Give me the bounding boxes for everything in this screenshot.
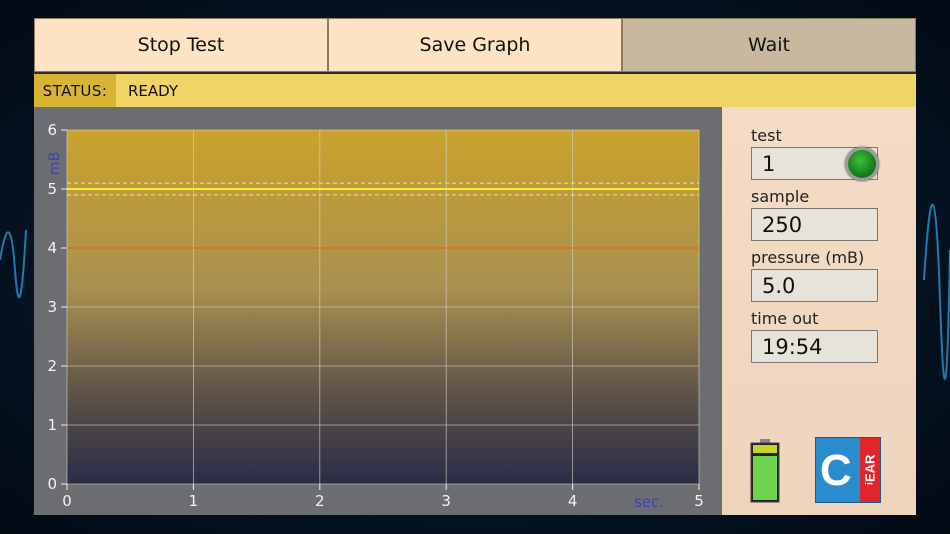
pressure-field: 5.0	[751, 269, 878, 302]
x-axis-label: sec.	[634, 493, 664, 511]
x-tick-label: 3	[441, 492, 451, 510]
y-tick-label: 3	[47, 298, 57, 316]
wait-button[interactable]: Wait	[622, 18, 916, 72]
y-tick-label: 2	[47, 357, 57, 375]
save-graph-button[interactable]: Save Graph	[328, 18, 622, 72]
sample-label: sample	[751, 187, 810, 206]
pressure-chart: 0 1 2 3 4 5 0 1 2 3 4 5 6 mB sec.	[47, 121, 704, 511]
side-panel: test 1 sample 250 pressure (mB) 5.0 time…	[722, 107, 916, 515]
y-tick-label: 6	[47, 121, 57, 139]
chart-panel: 0 1 2 3 4 5 0 1 2 3 4 5 6 mB sec.	[34, 107, 722, 515]
logo-letter: C	[820, 446, 852, 495]
x-tick-label: 0	[62, 492, 72, 510]
x-tick-label: 4	[568, 492, 578, 510]
x-tick-label: 1	[189, 492, 199, 510]
sample-value: 250	[762, 212, 803, 237]
status-value: READY	[128, 81, 179, 100]
app-window: Stop Test Save Graph Wait STATUS: READY …	[34, 18, 916, 515]
test-label: test	[751, 126, 782, 145]
test-field: 1	[751, 147, 879, 181]
x-tick-label: 2	[315, 492, 325, 510]
pressure-label: pressure (mB)	[751, 248, 865, 267]
x-tick-label: 5	[694, 492, 704, 510]
stop-test-button[interactable]: Stop Test	[34, 18, 328, 72]
timeout-label: time out	[751, 309, 819, 328]
sample-field: 250	[751, 208, 878, 241]
timeout-field: 19:54	[751, 330, 878, 363]
ciear-logo: C i EAR	[815, 437, 881, 503]
battery-icon	[750, 439, 780, 503]
status-bar: STATUS: READY	[34, 74, 916, 107]
y-axis-label: mB	[47, 152, 63, 175]
y-tick-label: 0	[47, 475, 57, 493]
timeout-value: 19:54	[762, 334, 823, 359]
pressure-value: 5.0	[762, 273, 796, 298]
status-label: STATUS:	[34, 74, 116, 107]
test-value: 1	[762, 151, 776, 176]
status-led-icon	[845, 147, 879, 181]
y-tick-label: 4	[47, 239, 57, 257]
logo-text: i EAR	[860, 438, 880, 502]
toolbar: Stop Test Save Graph Wait	[34, 18, 916, 74]
y-tick-label: 1	[47, 416, 57, 434]
y-tick-label: 5	[47, 180, 57, 198]
